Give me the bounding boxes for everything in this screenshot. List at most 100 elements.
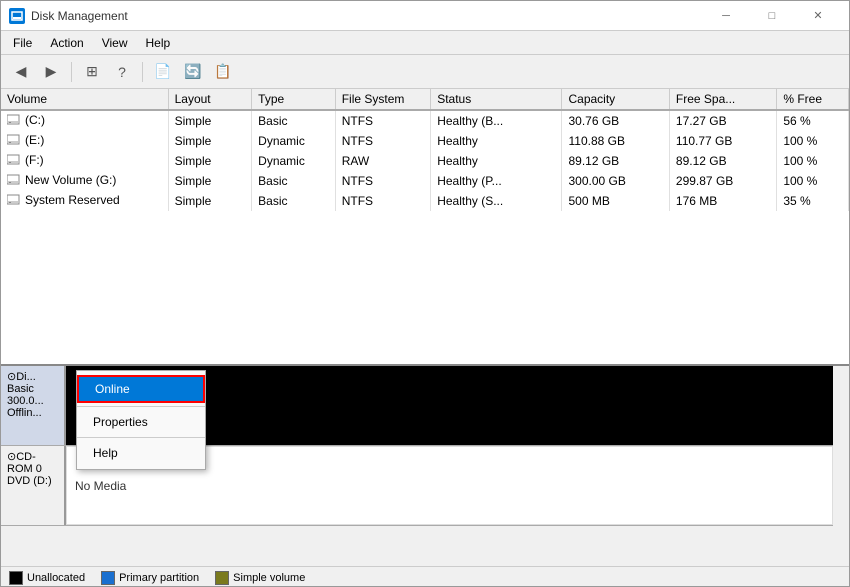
cell-type-4: Basic xyxy=(252,191,336,211)
disk-panel: ⊙Di... Basic 300.0... Offlin... Online P… xyxy=(1,366,849,586)
table-row[interactable]: (F:) Simple Dynamic RAW Healthy 89.12 GB… xyxy=(1,151,849,171)
cell-fs-2: RAW xyxy=(335,151,430,171)
cell-status-4: Healthy (S... xyxy=(431,191,562,211)
up-button[interactable]: ⊞ xyxy=(78,59,106,85)
disk-panel-inner[interactable]: ⊙Di... Basic 300.0... Offlin... Online P… xyxy=(1,366,849,566)
cell-pct-0: 56 % xyxy=(777,110,849,131)
app-icon xyxy=(9,8,25,24)
cell-capacity-1: 110.88 GB xyxy=(562,131,669,151)
cell-fs-0: NTFS xyxy=(335,110,430,131)
new-button[interactable]: 📄 xyxy=(149,59,177,85)
disk-label-0[interactable]: ⊙Di... Basic 300.0... Offlin... xyxy=(1,366,66,445)
cell-status-3: Healthy (P... xyxy=(431,171,562,191)
cdrom-drive: DVD (D:) xyxy=(7,475,58,487)
cell-type-0: Basic xyxy=(252,110,336,131)
legend-box-unallocated xyxy=(9,571,23,585)
properties-toolbar-button[interactable]: 📋 xyxy=(209,59,237,85)
cell-layout-4: Simple xyxy=(168,191,252,211)
cell-volume-4: System Reserved xyxy=(1,191,168,211)
cdrom-label[interactable]: ⊙CD-ROM 0 DVD (D:) xyxy=(1,446,66,525)
disk-size-label: 300.0... xyxy=(7,395,58,407)
col-fs[interactable]: File System xyxy=(335,89,430,110)
main-content: Volume Layout Type File System Status Ca… xyxy=(1,89,849,586)
legend-box-primary xyxy=(101,571,115,585)
help-toolbar-button[interactable]: ? xyxy=(108,59,136,85)
disk-row-0: ⊙Di... Basic 300.0... Offlin... Online P… xyxy=(1,366,833,446)
col-capacity[interactable]: Capacity xyxy=(562,89,669,110)
cell-fs-4: NTFS xyxy=(335,191,430,211)
cell-layout-2: Simple xyxy=(168,151,252,171)
minimize-button[interactable]: ─ xyxy=(703,1,749,31)
cell-layout-3: Simple xyxy=(168,171,252,191)
ctx-separator xyxy=(77,406,205,407)
cell-volume-1: (E:) xyxy=(1,131,168,151)
cell-capacity-3: 300.00 GB xyxy=(562,171,669,191)
toolbar-separator-1 xyxy=(71,62,72,82)
cell-pct-4: 35 % xyxy=(777,191,849,211)
col-layout[interactable]: Layout xyxy=(168,89,252,110)
cell-free-2: 89.12 GB xyxy=(669,151,776,171)
cell-type-3: Basic xyxy=(252,171,336,191)
cell-layout-0: Simple xyxy=(168,110,252,131)
close-button[interactable]: ✕ xyxy=(795,1,841,31)
table-row[interactable]: New Volume (G:) Simple Basic NTFS Health… xyxy=(1,171,849,191)
cell-status-1: Healthy xyxy=(431,131,562,151)
window-title: Disk Management xyxy=(31,9,697,23)
table-row[interactable]: (C:) Simple Basic NTFS Healthy (B... 30.… xyxy=(1,110,849,131)
disk-status-label: Offlin... xyxy=(7,407,58,419)
cell-free-3: 299.87 GB xyxy=(669,171,776,191)
cell-volume-3: New Volume (G:) xyxy=(1,171,168,191)
cdrom-status: No Media xyxy=(75,479,126,493)
context-menu: Online Properties Help xyxy=(76,370,206,470)
legend: Unallocated Primary partition Simple vol… xyxy=(1,566,849,586)
ctx-help[interactable]: Help xyxy=(77,441,205,465)
maximize-button[interactable]: □ xyxy=(749,1,795,31)
menu-file[interactable]: File xyxy=(5,32,40,54)
cell-volume-0: (C:) xyxy=(1,110,168,131)
col-type[interactable]: Type xyxy=(252,89,336,110)
cell-type-2: Dynamic xyxy=(252,151,336,171)
menu-help[interactable]: Help xyxy=(138,32,179,54)
cell-type-1: Dynamic xyxy=(252,131,336,151)
volume-table: Volume Layout Type File System Status Ca… xyxy=(1,89,849,211)
table-row[interactable]: System Reserved Simple Basic NTFS Health… xyxy=(1,191,849,211)
cell-layout-1: Simple xyxy=(168,131,252,151)
cell-free-4: 176 MB xyxy=(669,191,776,211)
cell-free-0: 17.27 GB xyxy=(669,110,776,131)
cdrom-icon: ⊙CD-ROM 0 xyxy=(7,450,58,475)
table-row[interactable]: (E:) Simple Dynamic NTFS Healthy 110.88 … xyxy=(1,131,849,151)
legend-label-primary: Primary partition xyxy=(119,572,199,584)
legend-simple: Simple volume xyxy=(215,571,305,585)
col-volume[interactable]: Volume xyxy=(1,89,168,110)
legend-label-simple: Simple volume xyxy=(233,572,305,584)
legend-primary: Primary partition xyxy=(101,571,199,585)
refresh-button[interactable]: 🔄 xyxy=(179,59,207,85)
ctx-separator-2 xyxy=(77,437,205,438)
disk-name: ⊙Di... xyxy=(7,370,58,383)
col-status[interactable]: Status xyxy=(431,89,562,110)
menu-action[interactable]: Action xyxy=(42,32,91,54)
title-bar: Disk Management ─ □ ✕ xyxy=(1,1,849,31)
cell-free-1: 110.77 GB xyxy=(669,131,776,151)
cell-capacity-0: 30.76 GB xyxy=(562,110,669,131)
cell-volume-2: (F:) xyxy=(1,151,168,171)
col-free[interactable]: Free Spa... xyxy=(669,89,776,110)
menu-view[interactable]: View xyxy=(94,32,136,54)
window-controls: ─ □ ✕ xyxy=(703,1,841,31)
volume-panel[interactable]: Volume Layout Type File System Status Ca… xyxy=(1,89,849,366)
col-pct[interactable]: % Free xyxy=(777,89,849,110)
cell-capacity-4: 500 MB xyxy=(562,191,669,211)
back-button[interactable]: ◀ xyxy=(7,59,35,85)
cell-capacity-2: 89.12 GB xyxy=(562,151,669,171)
cell-fs-1: NTFS xyxy=(335,131,430,151)
forward-button[interactable]: ▶ xyxy=(37,59,65,85)
legend-box-simple xyxy=(215,571,229,585)
toolbar: ◀ ▶ ⊞ ? 📄 🔄 📋 xyxy=(1,55,849,89)
ctx-online[interactable]: Online xyxy=(77,375,205,403)
main-window: Disk Management ─ □ ✕ File Action View H… xyxy=(0,0,850,587)
legend-label-unallocated: Unallocated xyxy=(27,572,85,584)
ctx-properties[interactable]: Properties xyxy=(77,410,205,434)
cell-pct-1: 100 % xyxy=(777,131,849,151)
toolbar-separator-2 xyxy=(142,62,143,82)
cell-status-2: Healthy xyxy=(431,151,562,171)
